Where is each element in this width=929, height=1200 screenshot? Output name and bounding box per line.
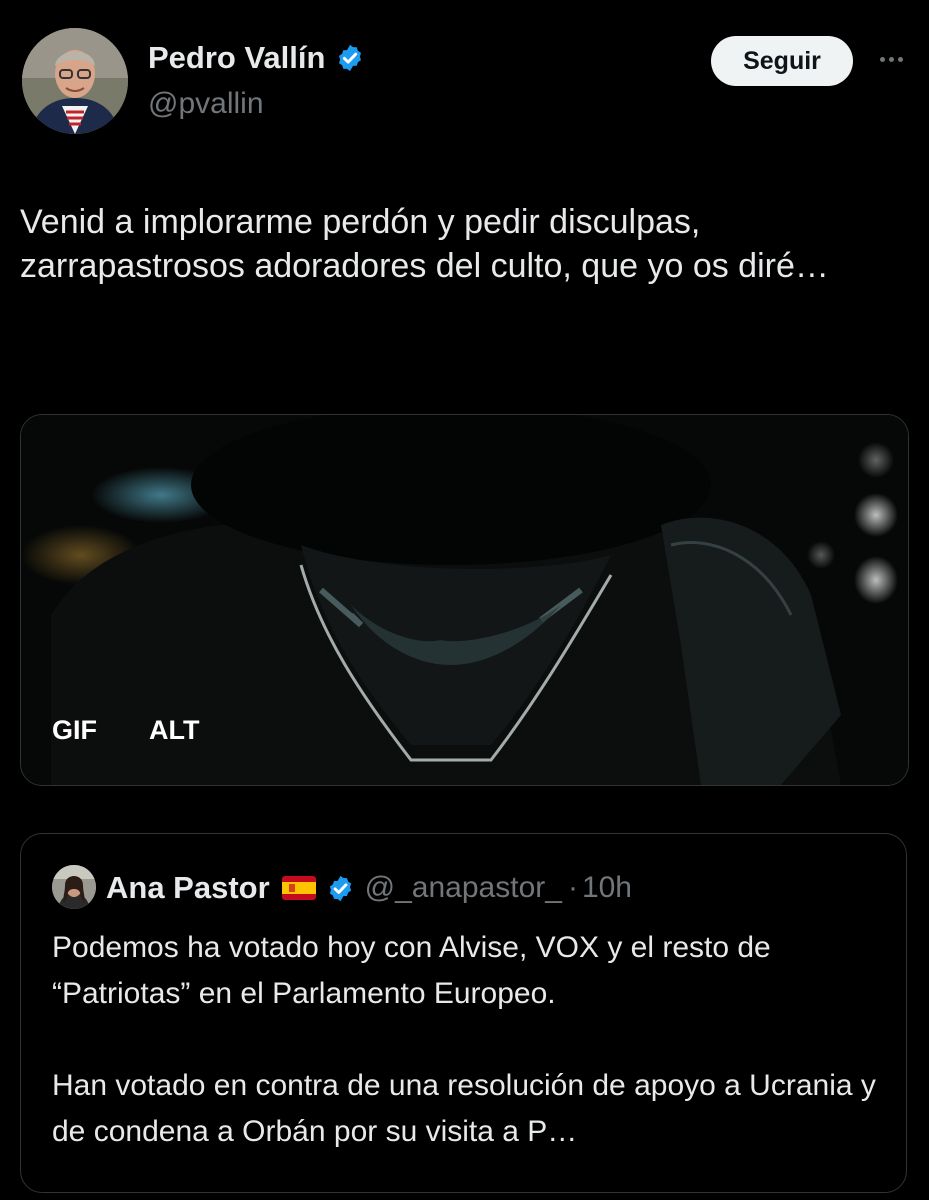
quoted-paragraph: Han votado en contra de una resolución d…	[52, 1069, 876, 1148]
follow-button[interactable]: Seguir	[711, 36, 853, 86]
quoted-paragraph: Podemos ha votado hoy con Alvise, VOX y …	[52, 931, 771, 1010]
quoted-timestamp[interactable]: 10h	[582, 871, 632, 905]
author-name[interactable]: Pedro Vallín	[148, 40, 325, 76]
quoted-author-handle[interactable]: @_anapastor_	[365, 871, 562, 905]
gif-badge: GIF	[52, 715, 97, 745]
author-name-row: Pedro Vallín	[148, 40, 365, 76]
author-avatar[interactable]	[22, 28, 128, 134]
quoted-tweet-text: Podemos ha votado hoy con Alvise, VOX y …	[52, 925, 892, 1155]
tweet-text: Venid a implorarme perdón y pedir discul…	[20, 203, 829, 285]
quoted-author-row: Ana Pastor @_anapastor_ · 10h	[106, 866, 632, 910]
alt-text-button[interactable]: ALT	[149, 715, 199, 746]
spain-flag-icon	[281, 876, 316, 900]
quoted-author-name[interactable]: Ana Pastor	[106, 870, 270, 906]
verified-badge-icon	[326, 874, 355, 903]
verified-badge-icon	[335, 43, 365, 73]
quoted-author-avatar[interactable]	[52, 865, 96, 909]
tweet-header: Pedro Vallín @pvallin Seguir	[0, 0, 929, 160]
author-handle[interactable]: @pvallin	[148, 87, 264, 121]
dot-separator: ·	[567, 871, 578, 904]
more-horizontal-icon[interactable]	[873, 44, 909, 74]
